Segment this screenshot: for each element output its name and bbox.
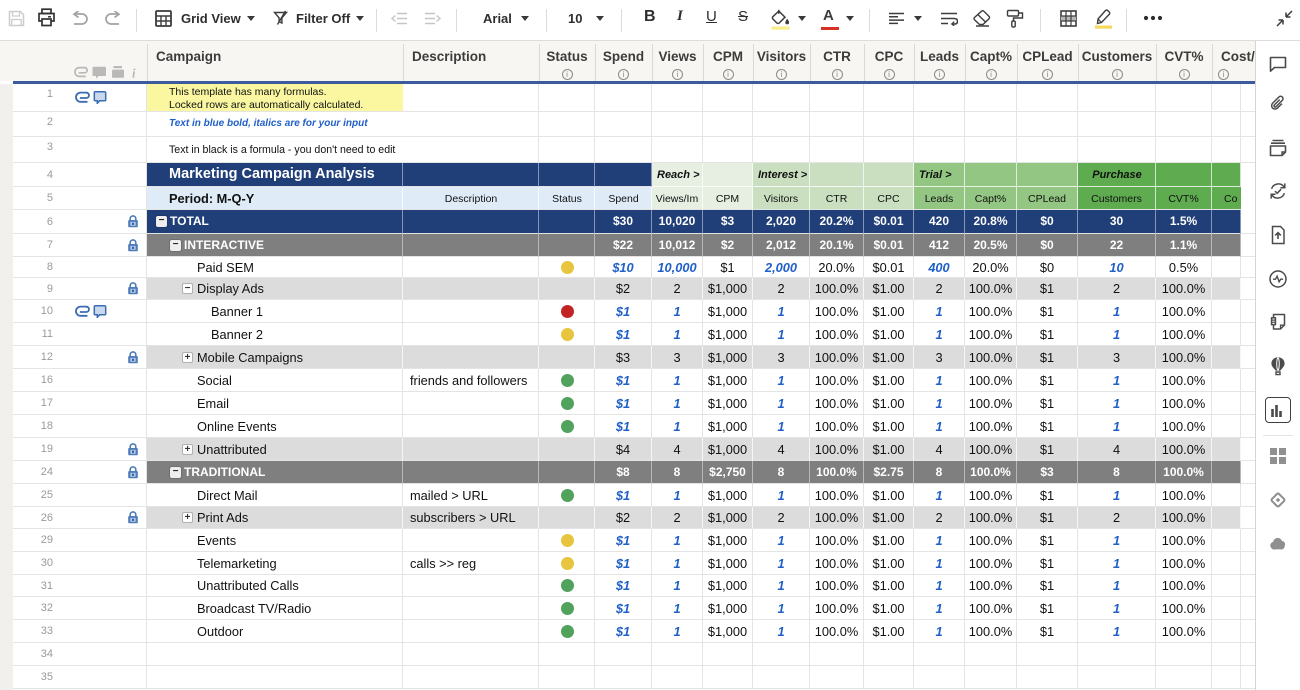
svg-text:i: i: [132, 67, 136, 80]
